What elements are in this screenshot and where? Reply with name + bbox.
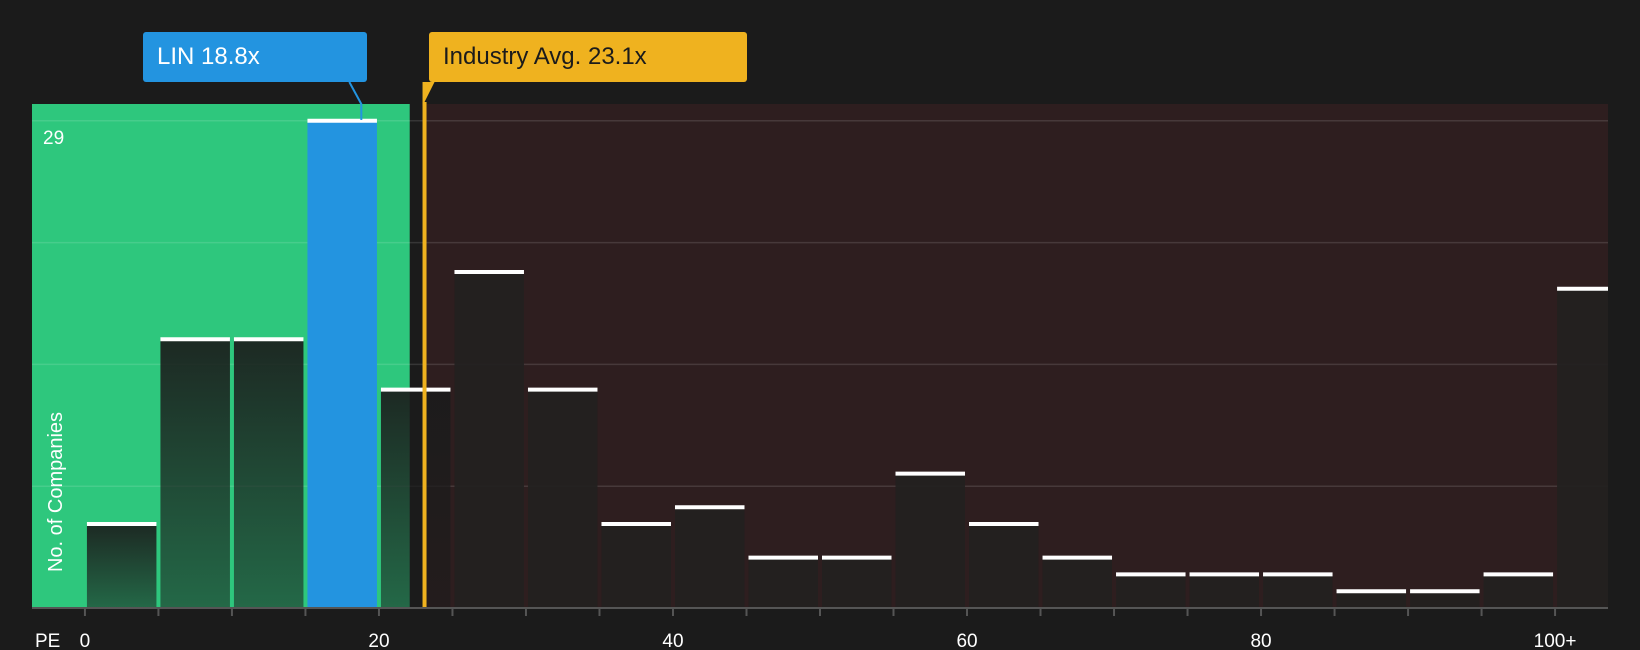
pe-distribution-chart: 0 20 40 60 80 100+ PE 29 No. of Companies — [32, 81, 1609, 650]
histogram-bar — [307, 120, 377, 609]
histogram-bar — [1263, 574, 1333, 608]
histogram-bar — [380, 389, 451, 608]
histogram-bar — [674, 507, 745, 608]
histogram-bar — [1557, 288, 1608, 608]
histogram-bar — [86, 524, 157, 608]
histogram-bar — [969, 524, 1039, 608]
y-max-label: 29 — [43, 128, 64, 149]
histogram-bar — [1042, 557, 1113, 608]
histogram-bar — [527, 389, 598, 608]
histogram-bar — [233, 339, 304, 608]
industry-pointer — [422, 82, 435, 106]
histogram-bar — [160, 339, 230, 608]
x-tick-label: 0 — [80, 631, 91, 650]
industry-average-line — [422, 102, 427, 608]
y-axis-title: No. of Companies — [45, 412, 67, 572]
x-tick-label: 40 — [662, 631, 683, 650]
x-tick-label: 60 — [956, 631, 977, 650]
company-pe-callout: LIN 18.8x — [143, 32, 367, 82]
histogram-bar — [1116, 574, 1186, 608]
industry-average-callout: Industry Avg. 23.1x — [429, 32, 747, 82]
x-tick-label: 80 — [1250, 631, 1271, 650]
histogram-bar — [1189, 574, 1260, 608]
histogram-bar — [601, 524, 671, 608]
x-tick-label: 20 — [368, 631, 389, 650]
histogram-bar — [454, 272, 524, 608]
histogram-bar — [748, 557, 818, 608]
histogram-bar — [895, 473, 966, 608]
histogram-bar — [822, 557, 892, 608]
x-tick-label: 100+ — [1534, 631, 1577, 650]
histogram-bar — [1483, 574, 1554, 608]
x-axis-title: PE — [35, 631, 60, 650]
histogram-bar — [1410, 591, 1480, 608]
histogram-bar — [1336, 591, 1407, 608]
